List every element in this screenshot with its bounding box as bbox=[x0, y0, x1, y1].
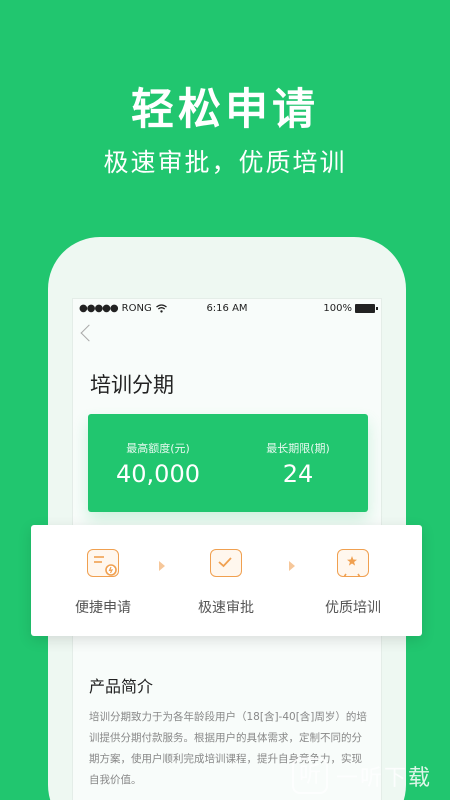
max-amount-label: 最高额度(元) bbox=[126, 442, 190, 455]
step-arrow-1 bbox=[159, 561, 165, 571]
watermark: 听 一听下载 bbox=[292, 758, 432, 794]
hero-subtitle: 极速审批，优质培训 bbox=[103, 148, 347, 177]
step-label-approve: 极速审批 bbox=[198, 600, 254, 616]
step-apply: 便捷申请 bbox=[53, 549, 153, 617]
watermark-logo-icon: 听 bbox=[292, 758, 328, 794]
approval-check-icon bbox=[210, 549, 242, 577]
battery-percent: 100% bbox=[323, 303, 352, 314]
application-form-icon bbox=[87, 549, 119, 577]
training-screen-icon bbox=[337, 549, 369, 577]
max-amount-value: 40,000 bbox=[116, 460, 200, 488]
hero-title: 轻松申请 bbox=[131, 85, 319, 135]
max-amount: 最高额度(元) 40,000 bbox=[88, 440, 228, 488]
step-arrow-2 bbox=[289, 561, 295, 571]
steps-card: 便捷申请 极速审批 优质培训 bbox=[31, 525, 422, 636]
status-right: 100% bbox=[323, 303, 378, 314]
max-term: 最长期限(期) 24 bbox=[228, 440, 368, 488]
step-training: 优质培训 bbox=[303, 549, 403, 617]
intro-title: 产品简介 bbox=[89, 677, 154, 696]
back-icon[interactable] bbox=[80, 324, 98, 342]
step-approve: 极速审批 bbox=[176, 549, 276, 617]
max-term-value: 24 bbox=[282, 460, 314, 488]
status-bar: ●●●●● RONG 6:16 AM 100% bbox=[73, 299, 381, 319]
max-term-label: 最长期限(期) bbox=[266, 442, 330, 455]
page-title: 培训分期 bbox=[90, 373, 174, 397]
step-label-apply: 便捷申请 bbox=[75, 600, 131, 616]
quota-card: 最高额度(元) 40,000 最长期限(期) 24 bbox=[88, 414, 368, 512]
step-label-training: 优质培训 bbox=[325, 600, 381, 616]
watermark-text: 一听下载 bbox=[336, 766, 433, 791]
battery-icon bbox=[355, 304, 378, 313]
